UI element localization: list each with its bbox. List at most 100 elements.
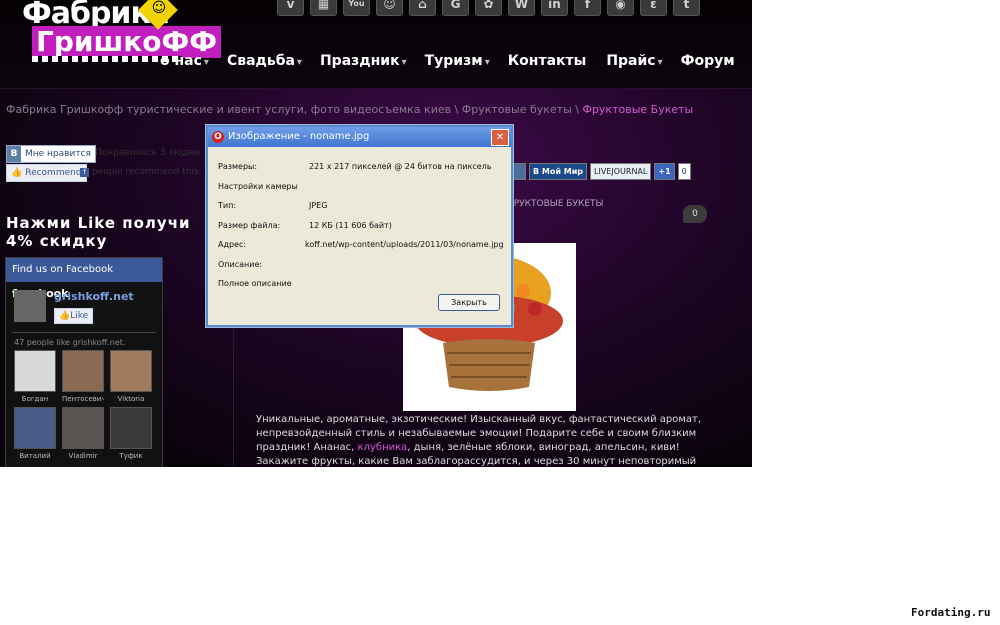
fb-recommend-button[interactable]: 👍 Recommend [6, 164, 87, 182]
friend-name: Viktoria [117, 395, 145, 403]
recommend-label: Recommend [25, 168, 82, 178]
social-icons-bar: v ▦ You ☺ ⌂ G ✿ W in f ◉ ε t [277, 0, 700, 16]
vk-icon: B [7, 146, 21, 162]
nav-item-label: Контакты [507, 53, 587, 69]
myspace-icon[interactable]: ☺ [376, 0, 403, 16]
nav-item-price[interactable]: Прайс ▾ [606, 53, 662, 69]
site-logo[interactable]: Фабрика ГришкоФФ ☺ [18, 0, 222, 66]
windows-icon[interactable]: ▦ [310, 0, 337, 16]
nav-item-label: Форум [680, 53, 735, 69]
main-nav: о нас ▾ Свадьба ▾ Праздник ▾ Туризм ▾ Контак… [160, 53, 752, 69]
close-icon[interactable]: ✕ [491, 129, 509, 146]
post-body: Уникальные, ароматные, экзотические! Изы… [256, 413, 726, 467]
livejournal-icon[interactable]: ε [640, 0, 667, 16]
dialog-label-type: Тип: [218, 201, 237, 210]
thumbs-up-icon: 👍 [59, 311, 71, 321]
dialog-value-filesize: 12 КБ (11 606 байт) [309, 221, 392, 230]
avatar [110, 350, 152, 392]
vk-like-button[interactable]: B Мне нравится [6, 145, 96, 163]
friend-item[interactable]: Богдан [14, 350, 56, 403]
site-header: Фабрика ГришкоФФ ☺ v ▦ You ☺ ⌂ G ✿ W in … [0, 0, 752, 89]
friend-name: Vladimir [68, 452, 98, 460]
friend-name: Туфик [119, 452, 143, 460]
dialog-title: Изображение - noname.jpg [228, 131, 370, 142]
recommend-note: people recommend this. [92, 167, 202, 177]
friend-name: Богдан [21, 395, 49, 403]
delicious-icon[interactable]: ✿ [475, 0, 502, 16]
dialog-value-address[interactable]: koff.net/wp-content/uploads/2011/03/nona… [305, 240, 504, 249]
friend-item[interactable]: Пентосевич [62, 350, 104, 403]
breadcrumb-path[interactable]: Фабрика Гришкофф туристические и ивент у… [6, 103, 579, 116]
mymir-share-button[interactable]: В Мой Мир [529, 163, 588, 180]
chevron-down-icon: ▾ [401, 57, 407, 68]
linkedin-icon[interactable]: in [541, 0, 568, 16]
wikipedia-icon[interactable]: W [508, 0, 535, 16]
avatar [62, 407, 104, 449]
friend-name: Пентосевич [62, 395, 104, 403]
facebook-icon[interactable]: f [574, 0, 601, 16]
rss-icon[interactable]: ◉ [607, 0, 634, 16]
fb-friends-grid: Богдан Пентосевич Viktoria Виталий Vladi… [14, 350, 154, 460]
friend-item[interactable]: Виталий [14, 407, 56, 460]
strawberry-link[interactable]: клубника [358, 442, 408, 453]
dialog-label-address: Адрес: [218, 240, 247, 249]
fb-find-text: Find us on Facebook [12, 264, 114, 275]
facebook-likebox: Find us on Facebook facebook grishkoff.n… [5, 257, 163, 467]
fb-page-name[interactable]: grishkoff.net [54, 290, 134, 303]
vimeo-icon[interactable]: v [277, 0, 304, 16]
home-icon[interactable]: ⌂ [409, 0, 436, 16]
fb-like-button[interactable]: 👍Like [54, 308, 94, 324]
friend-item[interactable]: Vladimir [62, 407, 104, 460]
chevron-down-icon: ▾ [657, 57, 663, 68]
facebook-small-icon: f [80, 168, 89, 177]
nav-item-label: Свадьба [226, 53, 295, 69]
nav-item-label: Туризм [424, 53, 483, 69]
dialog-label-dimensions: Размеры: [218, 162, 258, 171]
share-buttons: В Мой Мир LIVEJOURNAL +1 0 [510, 163, 691, 180]
nav-item-label: Прайс [606, 53, 656, 69]
livejournal-share-button[interactable]: LIVEJOURNAL [590, 163, 652, 180]
nav-item-contacts[interactable]: Контакты [508, 53, 589, 69]
dialog-label-filesize: Размер файла: [218, 221, 281, 230]
vk-like-label: Мне нравится [25, 149, 91, 159]
avatar [62, 350, 104, 392]
dialog-label-description: Описание: [218, 260, 263, 269]
fb-page-avatar[interactable] [14, 290, 46, 322]
comment-count-bubble[interactable]: 0 [683, 205, 707, 223]
dialog-label-camera: Настройки камеры [218, 182, 298, 191]
watermark: Fordating.ru [911, 606, 991, 619]
chevron-down-icon: ▾ [203, 57, 209, 68]
nav-item-wedding[interactable]: Свадьба ▾ [227, 53, 302, 69]
fb-like-count: 47 people like grishkoff.net. [14, 338, 126, 347]
nav-item-tourism[interactable]: Туризм ▾ [425, 53, 490, 69]
nav-item-label: о нас [160, 53, 202, 69]
recommend-count: f people recommend this. [80, 167, 202, 177]
vk-like-count: Понравилось 3 людям [95, 148, 201, 158]
avatar [14, 350, 56, 392]
friend-item[interactable]: Туфик [110, 407, 152, 460]
tumblr-icon[interactable]: t [673, 0, 700, 16]
thumbs-up-icon: 👍 [11, 168, 23, 178]
image-properties-dialog: O Изображение - noname.jpg ✕ Размеры: 22… [206, 125, 513, 327]
google-plus-button[interactable]: +1 [654, 163, 675, 180]
youtube-icon[interactable]: You [343, 0, 370, 16]
google-icon[interactable]: G [442, 0, 469, 16]
breadcrumb: Фабрика Гришкофф туристические и ивент у… [6, 103, 693, 116]
breadcrumb-current: Фруктовые Букеты [582, 103, 694, 116]
fb-like-label: Like [70, 311, 89, 321]
post-category[interactable]: ФРУКТОВЫЕ БУКЕТЫ [506, 199, 603, 209]
nav-item-holiday[interactable]: Праздник ▾ [320, 53, 407, 69]
chevron-down-icon: ▾ [296, 57, 302, 68]
friend-name: Виталий [19, 452, 51, 460]
nav-item-forum[interactable]: Форум [681, 53, 737, 69]
chevron-down-icon: ▾ [484, 57, 490, 68]
nav-item-label: Праздник [319, 53, 400, 69]
nav-item-about[interactable]: о нас ▾ [160, 53, 209, 69]
divider [12, 332, 156, 333]
dialog-title-bar[interactable]: O Изображение - noname.jpg ✕ [208, 127, 511, 147]
friend-item[interactable]: Viktoria [110, 350, 152, 403]
avatar [110, 407, 152, 449]
fb-likebox-header[interactable]: Find us on Facebook facebook [6, 258, 162, 300]
close-button[interactable]: Закрыть [438, 294, 500, 311]
dialog-label-full-description: Полное описание [218, 279, 292, 288]
